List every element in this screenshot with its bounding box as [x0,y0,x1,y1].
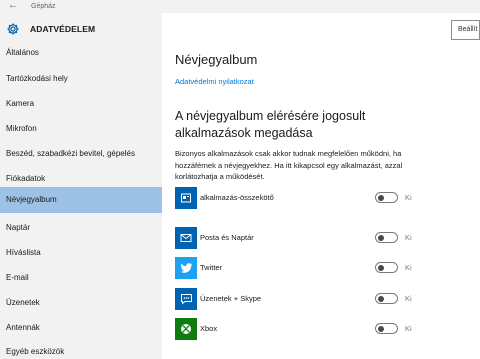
messaging-icon [175,288,197,310]
sidebar-item-email[interactable]: E-mail [0,265,162,291]
sidebar-item-camera[interactable]: Kamera [0,91,162,117]
toggle-knob [378,234,384,241]
sidebar-item-general[interactable]: Általános [0,40,162,66]
sidebar-item-contacts[interactable]: Névjegyalbum [0,187,162,213]
toggle-state-label: Ki [405,324,412,333]
page-title: Névjegyalbum [175,52,258,67]
sidebar-item-location[interactable]: Tartózkodási hely [0,66,162,92]
app-row: Twitter Ki [175,257,475,279]
sidebar-item-radios[interactable]: Antennák [0,315,162,341]
sidebar-item-microphone[interactable]: Mikrofon [0,116,162,142]
access-toggle[interactable] [375,192,398,203]
toggle-knob [378,295,384,302]
toggle-knob [378,194,384,201]
app-row: alkalmazás-összekötő Ki [175,187,475,209]
access-toggle[interactable] [375,323,398,334]
sidebar-item-call-history[interactable]: Híváslista [0,240,162,266]
app-name: alkalmazás-összekötő [200,193,274,202]
app-connector-icon [175,187,197,209]
xbox-icon [175,318,197,340]
app-name: Twitter [200,263,223,272]
access-toggle[interactable] [375,262,398,273]
sidebar-item-speech[interactable]: Beszéd, szabadkézi bevitel, gépelés [0,141,162,167]
section-description: Bizonyos alkalmazások csak akkor tudnak … [175,149,403,181]
app-row: Üzenetek + Skype Ki [175,288,475,310]
mail-icon [175,227,197,249]
sidebar-item-messaging[interactable]: Üzenetek [0,290,162,316]
toggle-state-label: Ki [405,263,412,272]
sidebar-item-other-devices[interactable]: Egyéb eszközök [0,339,162,359]
title-bar: ← Gépház [0,0,480,13]
gear-icon [7,23,19,35]
app-name: Posta és Naptár [200,233,254,242]
toggle-state-label: Ki [405,193,412,202]
back-arrow-icon[interactable]: ← [4,0,22,13]
toggle-knob [378,325,384,332]
sidebar-item-calendar[interactable]: Naptár [0,215,162,241]
app-name: Xbox [200,324,218,333]
access-toggle[interactable] [375,232,398,243]
privacy-statement-link[interactable]: Adatvédelmi nyilatkozat [175,77,254,86]
toggle-state-label: Ki [405,233,412,242]
access-toggle[interactable] [375,293,398,304]
app-name: Üzenetek + Skype [200,294,262,303]
app-row: Posta és Naptár Ki [175,227,475,249]
toggle-state-label: Ki [405,294,412,303]
window-title: Gépház [31,3,56,10]
sidebar: ADATVÉDELEM Általános Tartózkodási hely … [0,13,162,359]
app-row: Xbox Ki [175,318,475,340]
main-content: Névjegyalbum Adatvédelmi nyilatkozat A n… [162,13,480,359]
section-title: ADATVÉDELEM [30,24,96,34]
twitter-bird-icon [175,257,197,279]
section-heading: A névjegyalbum elérésére jogosult alkalm… [175,109,366,140]
toggle-knob [378,264,384,271]
